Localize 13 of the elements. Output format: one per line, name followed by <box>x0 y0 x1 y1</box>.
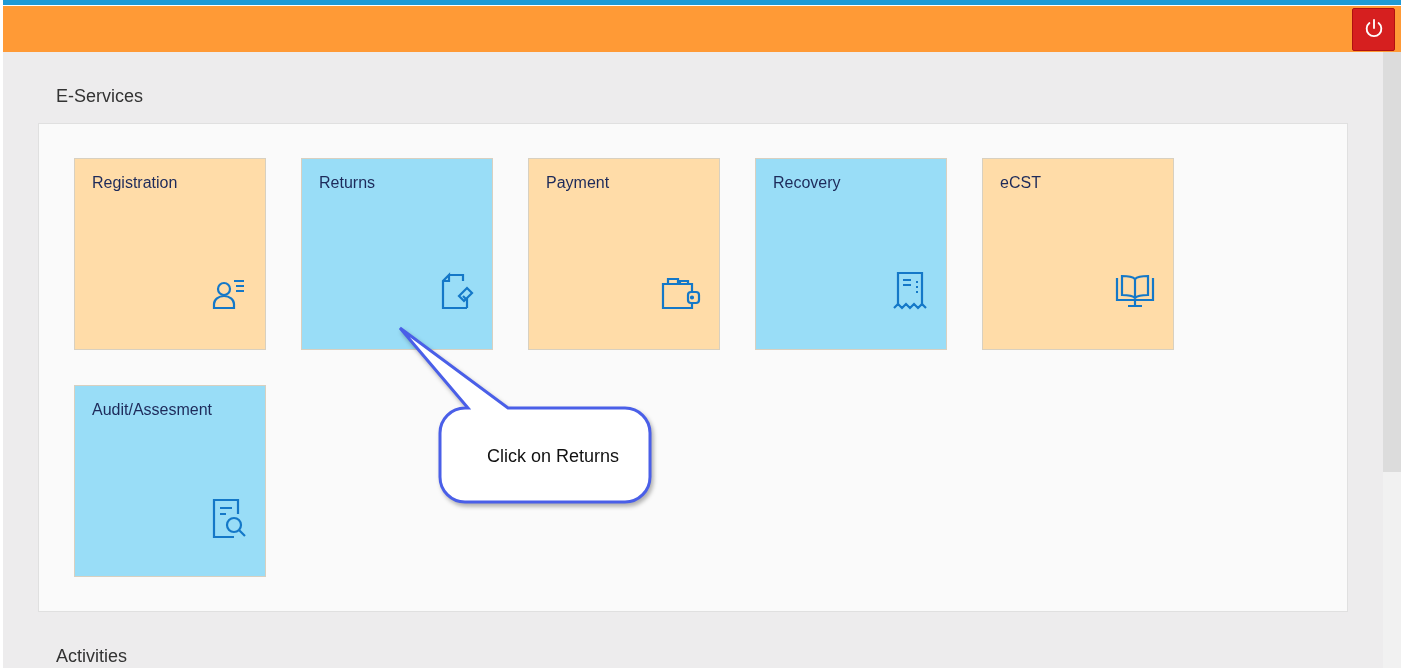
service-tile[interactable]: eCST <box>982 158 1174 350</box>
service-tile[interactable]: Payment <box>528 158 720 350</box>
service-tile[interactable]: Audit/Assesment <box>74 385 266 577</box>
receipt-icon <box>891 270 929 312</box>
section-title: Activities <box>55 645 128 666</box>
power-button[interactable] <box>1352 7 1395 51</box>
service-tile[interactable]: Recovery <box>755 158 947 350</box>
service-tile[interactable]: Returns <box>301 158 493 350</box>
service-tile[interactable]: Registration <box>74 158 266 350</box>
section-title: E-Services <box>55 85 145 106</box>
scrollbar[interactable] <box>1383 52 1401 668</box>
document-search-icon <box>210 497 248 539</box>
callout-text: Click on Returns <box>487 446 620 467</box>
